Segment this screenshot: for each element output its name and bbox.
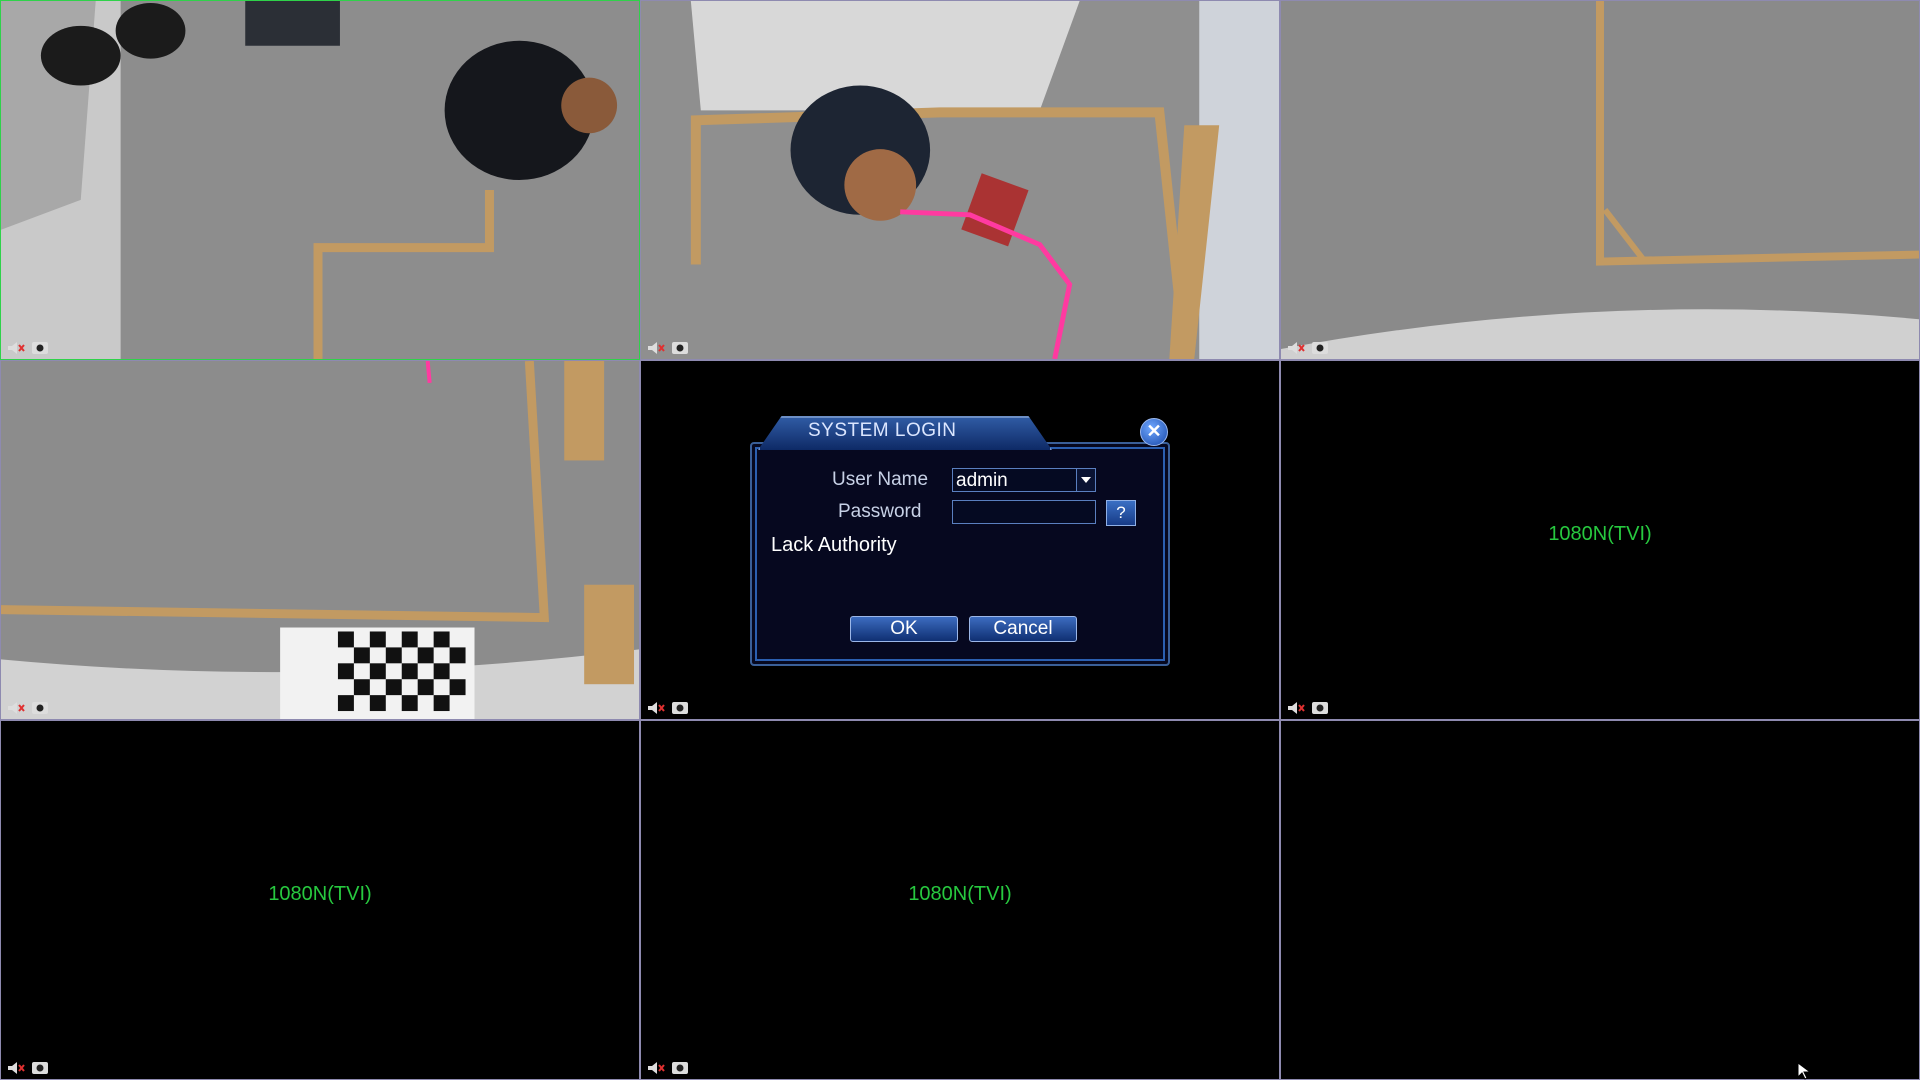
cancel-button[interactable]: Cancel (969, 616, 1077, 642)
channel-label: 1080N(TVI) (908, 883, 1012, 905)
chevron-down-icon[interactable] (1076, 469, 1095, 491)
channel-label: 1080N(TVI) (1548, 523, 1652, 545)
snapshot-icon[interactable] (31, 1061, 49, 1075)
camera-cell-8[interactable]: 1080N(TVI) (640, 720, 1280, 1080)
camera-feed-2 (641, 1, 1279, 359)
mouse-cursor-icon (1797, 1062, 1812, 1080)
camera-cell-1[interactable] (0, 0, 640, 360)
mute-speaker-icon[interactable] (647, 701, 665, 715)
cell-icons-4 (7, 701, 49, 715)
status-message: Lack Authority (771, 534, 897, 556)
channel-label: 1080N(TVI) (268, 883, 372, 905)
help-button[interactable]: ? (1106, 500, 1136, 526)
mute-speaker-icon[interactable] (7, 341, 25, 355)
snapshot-icon[interactable] (1311, 701, 1329, 715)
mute-speaker-icon[interactable] (7, 701, 25, 715)
camera-feed-3 (1281, 1, 1919, 359)
camera-cell-7[interactable]: 1080N(TVI) (0, 720, 640, 1080)
camera-cell-3[interactable] (1280, 0, 1920, 360)
dialog-title: SYSTEM LOGIN (808, 420, 957, 441)
snapshot-icon[interactable] (31, 341, 49, 355)
cell-icons-8 (647, 1061, 689, 1075)
cell-icons-5 (647, 701, 689, 715)
cell-icons-2 (647, 341, 689, 355)
password-label: Password (838, 501, 922, 522)
close-icon[interactable]: ✕ (1140, 418, 1168, 446)
snapshot-icon[interactable] (31, 701, 49, 715)
camera-cell-6[interactable]: 1080N(TVI) (1280, 360, 1920, 720)
mute-speaker-icon[interactable] (1287, 701, 1305, 715)
camera-cell-4[interactable] (0, 360, 640, 720)
snapshot-icon[interactable] (671, 341, 689, 355)
cell-icons-7 (7, 1061, 49, 1075)
user-name-value: admin (956, 470, 1008, 491)
mute-speaker-icon[interactable] (7, 1061, 25, 1075)
cell-icons-6 (1287, 701, 1329, 715)
cell-icons-1 (7, 341, 49, 355)
ok-button[interactable]: OK (850, 616, 958, 642)
snapshot-icon[interactable] (671, 1061, 689, 1075)
mute-speaker-icon[interactable] (647, 1061, 665, 1075)
cell-icons-3 (1287, 341, 1329, 355)
camera-cell-9[interactable] (1280, 720, 1920, 1080)
mute-speaker-icon[interactable] (1287, 341, 1305, 355)
camera-cell-2[interactable] (640, 0, 1280, 360)
password-input[interactable] (952, 500, 1096, 524)
camera-feed-4 (1, 361, 639, 719)
system-login-dialog: SYSTEM LOGIN ✕ User Name admin Password … (750, 416, 1170, 666)
snapshot-icon[interactable] (671, 701, 689, 715)
user-name-label: User Name (832, 469, 929, 490)
camera-feed-1 (1, 1, 639, 359)
snapshot-icon[interactable] (1311, 341, 1329, 355)
user-name-select[interactable]: admin (952, 468, 1096, 492)
mute-speaker-icon[interactable] (647, 341, 665, 355)
